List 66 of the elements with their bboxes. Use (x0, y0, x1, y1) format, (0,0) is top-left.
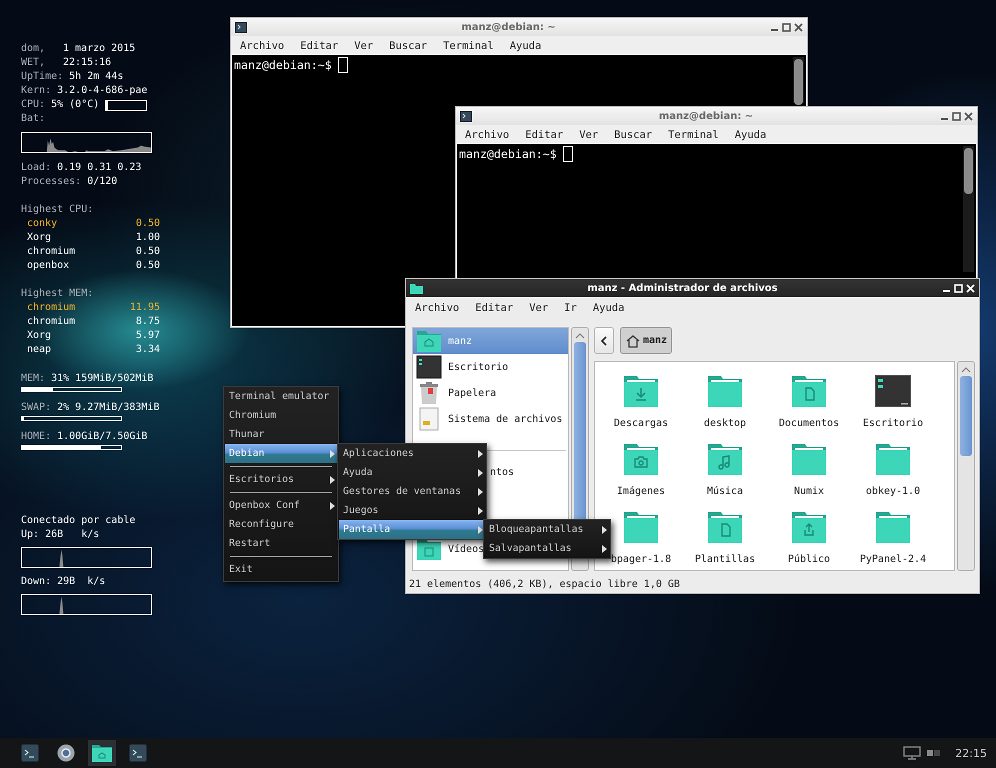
status-text: 21 elementos (406,2 KB), espacio libre 1,0 GB (409, 578, 680, 590)
file-name: Imágenes (616, 486, 666, 497)
process-name: chromium (27, 301, 76, 315)
window-title: manz@debian: ~ (460, 22, 557, 32)
meter-label: HOME: (21, 430, 52, 444)
window-title: manz - Administrador de archivos (586, 282, 779, 294)
processes-value: 0/120 (87, 175, 118, 189)
sidebar-label: manz (448, 336, 472, 346)
sidebar-label: Vídeos (448, 544, 484, 554)
shell-prompt: manz@debian:~$ (234, 58, 332, 72)
load-label: Load: (21, 161, 52, 175)
shell-prompt: manz@debian:~$ (459, 147, 557, 161)
process-name: conky (27, 217, 58, 231)
load-value: 0.19 0.31 0.23 (57, 161, 142, 175)
sidebar-label: Escritorio (448, 362, 508, 372)
file-name: Numix (794, 486, 824, 497)
file-name: bpager-1.8 (610, 554, 672, 565)
file-name: Plantillas (694, 554, 756, 565)
info-label: UpTime: (21, 70, 64, 84)
sidebar-label: Sistema de archivos (448, 414, 562, 424)
process-value: 11.95 (130, 301, 160, 315)
info-value: 1 marzo 2015 (63, 42, 136, 56)
list-title: Highest CPU: (21, 203, 94, 217)
list-title: Highest MEM: (21, 287, 94, 301)
file-name: obkey-1.0 (866, 486, 920, 497)
process-value: 3.34 (136, 343, 160, 357)
info-value: 5h 2m 44s (69, 70, 124, 84)
process-name: neap (27, 343, 52, 357)
process-name: chromium (27, 315, 76, 329)
processes-label: Processes: (21, 175, 82, 189)
meter-value: 31% 159MiB/502MiB (51, 372, 154, 386)
cpu-value: 5% (0°C) (51, 98, 100, 112)
process-value: 5.97 (136, 329, 160, 343)
process-value: 1.00 (136, 231, 160, 245)
process-name: Xorg (27, 329, 52, 343)
process-value: 0.50 (136, 259, 160, 273)
info-value: 22:15:16 (63, 56, 112, 70)
meter-label: SWAP: (21, 401, 52, 415)
meter-value: 1.00GiB/7.50GiB (57, 430, 148, 444)
window-title: manz@debian: ~ (658, 110, 754, 122)
file-name: Música (706, 486, 744, 497)
process-name: openbox (27, 259, 70, 273)
download-speed: Down: 29B k/s (21, 575, 106, 589)
process-name: Xorg (27, 231, 52, 245)
sidebar-label: Papelera (448, 388, 496, 398)
process-value: 8.75 (136, 315, 160, 329)
process-value: 0.50 (136, 245, 160, 259)
process-value: 0.50 (136, 217, 160, 231)
info-value: 3.2.0-4-686-pae (57, 84, 148, 98)
file-name: PyPanel-2.4 (860, 554, 926, 565)
info-label: dom, (21, 42, 46, 56)
file-name: Descargas (614, 418, 668, 429)
meter-value: 2% 9.27MiB/383MiB (57, 401, 160, 415)
meter-label: MEM: (21, 372, 46, 386)
network-status: Conectado por cable (21, 514, 136, 528)
file-name: Documentos (778, 418, 840, 429)
upload-speed: Up: 26B k/s (21, 528, 100, 542)
process-name: chromium (27, 245, 76, 259)
file-name: Escritorio (862, 418, 924, 429)
sidebar-label: ntos (490, 466, 514, 478)
file-name: Público (788, 554, 830, 565)
cpu-label: CPU: (21, 98, 46, 112)
battery-label: Bat: (21, 112, 46, 126)
file-name: desktop (704, 418, 746, 429)
info-label: Kern: (21, 84, 52, 98)
info-label: WET, (21, 56, 46, 70)
